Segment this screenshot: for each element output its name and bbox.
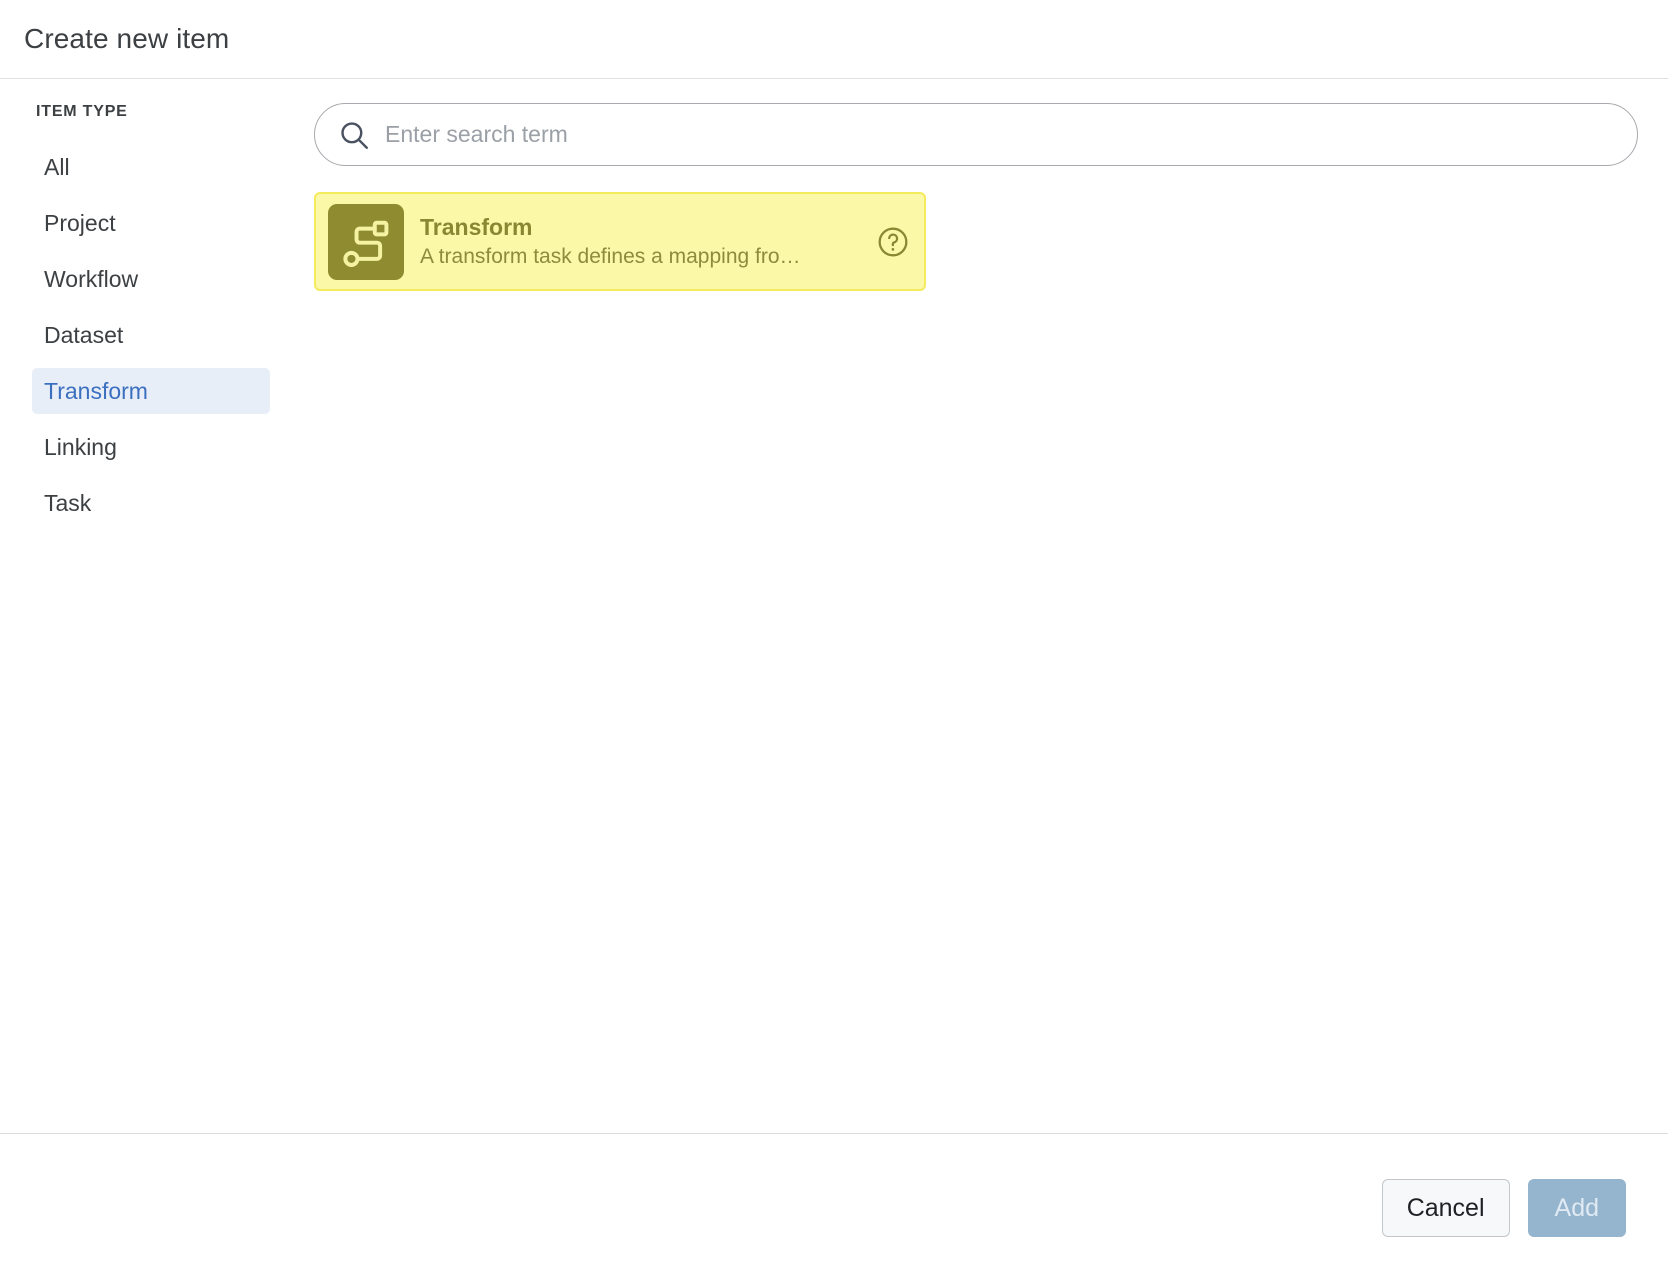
dialog-content: Transform A transform task defines a map…	[308, 79, 1668, 1133]
dialog-body: ITEM TYPE All Project Workflow Dataset T…	[0, 79, 1668, 1134]
dialog-header: Create new item	[0, 0, 1668, 79]
sidebar-item-label: Task	[44, 492, 91, 515]
search-wrap	[314, 103, 1638, 166]
sidebar-item-label: Project	[44, 212, 116, 235]
create-new-item-dialog: Create new item ITEM TYPE All Project Wo…	[0, 0, 1668, 1282]
sidebar-item-all[interactable]: All	[32, 144, 270, 190]
sidebar-item-project[interactable]: Project	[32, 200, 270, 246]
cancel-button[interactable]: Cancel	[1382, 1179, 1510, 1237]
item-type-results: Transform A transform task defines a map…	[314, 192, 1638, 291]
sidebar-item-workflow[interactable]: Workflow	[32, 256, 270, 302]
sidebar-item-transform[interactable]: Transform	[32, 368, 270, 414]
sidebar-item-label: Linking	[44, 436, 117, 459]
item-card-text: Transform A transform task defines a map…	[420, 215, 866, 268]
add-button[interactable]: Add	[1528, 1179, 1626, 1237]
sidebar-heading: ITEM TYPE	[0, 103, 308, 121]
sidebar-item-label: All	[44, 156, 70, 179]
item-type-sidebar: ITEM TYPE All Project Workflow Dataset T…	[0, 79, 308, 1133]
search-icon	[337, 118, 371, 152]
item-card-transform[interactable]: Transform A transform task defines a map…	[314, 192, 926, 291]
sidebar-item-label: Workflow	[44, 268, 138, 291]
item-card-title: Transform	[420, 215, 866, 239]
dialog-footer: Cancel Add	[0, 1134, 1668, 1282]
sidebar-item-label: Transform	[44, 380, 148, 403]
sidebar-item-task[interactable]: Task	[32, 480, 270, 526]
page-title: Create new item	[24, 25, 229, 53]
help-circle-icon[interactable]	[876, 225, 910, 259]
search-box[interactable]	[314, 103, 1638, 166]
sidebar-list: All Project Workflow Dataset Transform L…	[0, 139, 308, 531]
transform-graph-icon	[328, 204, 404, 280]
search-input[interactable]	[385, 104, 1637, 165]
sidebar-item-linking[interactable]: Linking	[32, 424, 270, 470]
item-card-description: A transform task defines a mapping fro…	[420, 246, 866, 268]
sidebar-item-label: Dataset	[44, 324, 123, 347]
sidebar-item-dataset[interactable]: Dataset	[32, 312, 270, 358]
